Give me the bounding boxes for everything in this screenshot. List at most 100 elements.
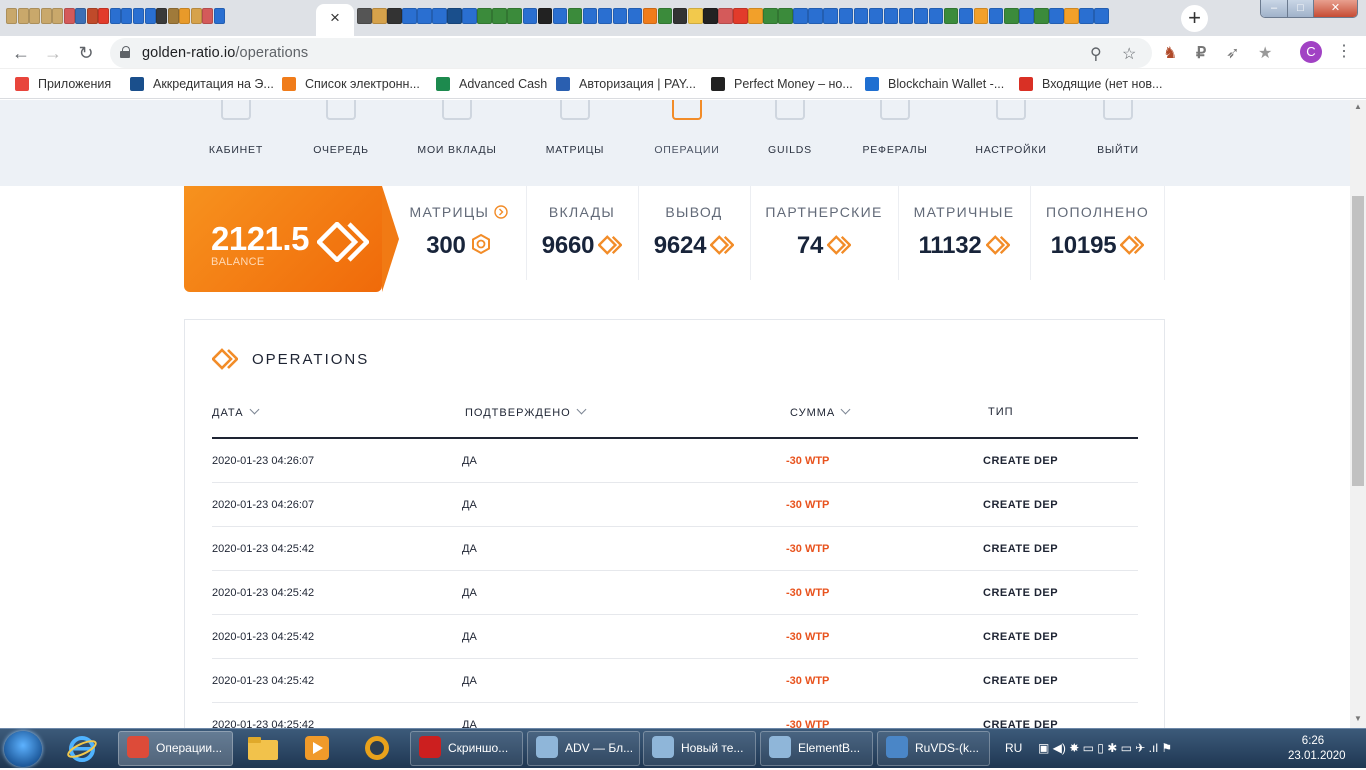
internet-explorer-icon[interactable]	[66, 733, 110, 765]
new-tab-button[interactable]: +	[1181, 5, 1208, 32]
ruble-extension-icon[interactable]: ₽	[1196, 43, 1206, 63]
system-clock[interactable]: 6:26 23.01.2020	[1288, 734, 1346, 764]
tab-favicon-icon[interactable]	[213, 8, 225, 24]
tab-favicon-icon[interactable]	[943, 8, 959, 24]
tab-favicon-icon[interactable]	[672, 8, 688, 24]
tab-favicon-icon[interactable]	[6, 8, 17, 24]
tab-favicon-icon[interactable]	[202, 8, 214, 24]
tab-favicon-icon[interactable]	[763, 8, 778, 24]
column-header-confirmed[interactable]: ПОДТВЕРЖДЕНО	[465, 404, 587, 419]
taskbar-window-button[interactable]: Новый те...	[643, 731, 756, 766]
taskbar-window-button[interactable]: ADV — Бл...	[527, 731, 640, 766]
tab-favicon-icon[interactable]	[1004, 8, 1019, 24]
profile-avatar[interactable]: C	[1300, 41, 1322, 63]
tab-favicon-icon[interactable]	[958, 8, 974, 24]
tab-favicon-icon[interactable]	[718, 8, 733, 24]
tab-favicon-icon[interactable]	[432, 8, 447, 24]
security-app-icon[interactable]	[360, 733, 404, 765]
tab-favicon-icon[interactable]	[1019, 8, 1034, 24]
tab-favicon-icon[interactable]	[883, 8, 899, 24]
tab-favicon-icon[interactable]	[179, 8, 191, 24]
bookmark-item[interactable]: Blockchain Wallet -...	[865, 77, 1004, 91]
nav-icon[interactable]	[880, 100, 910, 120]
forward-arrow-icon[interactable]: →	[42, 42, 64, 64]
tab-favicon-icon[interactable]	[748, 8, 763, 24]
scroll-down-icon[interactable]: ▼	[1354, 714, 1362, 723]
menu-dots-icon[interactable]: ⋮	[1336, 42, 1352, 62]
extension-star-icon[interactable]: ★	[1258, 43, 1272, 63]
start-button[interactable]	[4, 731, 42, 767]
minimize-button[interactable]: –	[1261, 0, 1287, 17]
tab-favicon-icon[interactable]	[793, 8, 808, 24]
nav-icon[interactable]	[560, 100, 590, 120]
tab-favicon-icon[interactable]	[417, 8, 432, 24]
tab-favicon-icon[interactable]	[462, 8, 477, 24]
nav-item-8[interactable]: ВЫЙТИ	[1058, 144, 1178, 156]
tab-favicon-icon[interactable]	[75, 8, 87, 24]
tab-favicon-icon[interactable]	[898, 8, 914, 24]
tab-favicon-icon[interactable]	[928, 8, 944, 24]
tab-favicon-icon[interactable]	[477, 8, 492, 24]
tab-favicon-icon[interactable]	[657, 8, 673, 24]
tab-favicon-icon[interactable]	[372, 8, 387, 24]
tab-favicon-icon[interactable]	[913, 8, 929, 24]
tab-favicon-icon[interactable]	[156, 8, 168, 24]
media-player-icon[interactable]	[300, 733, 344, 765]
tab-favicon-icon[interactable]	[582, 8, 598, 24]
zoom-icon[interactable]: ⚲	[1090, 44, 1102, 64]
tab-favicon-icon[interactable]	[642, 8, 658, 24]
tab-favicon-icon[interactable]	[447, 8, 462, 24]
tab-favicon-icon[interactable]	[167, 8, 179, 24]
column-header-sum[interactable]: СУММА	[790, 404, 851, 419]
tab-favicon-icon[interactable]	[988, 8, 1004, 24]
tab-favicon-icon[interactable]	[703, 8, 718, 24]
tab-favicon-icon[interactable]	[537, 8, 553, 24]
nav-icon[interactable]	[996, 100, 1026, 120]
scrollbar-thumb[interactable]	[1352, 196, 1364, 486]
tab-favicon-icon[interactable]	[17, 8, 29, 24]
tab-favicon-icon[interactable]	[1094, 8, 1109, 24]
page-scrollbar[interactable]: ▲ ▼	[1350, 100, 1366, 728]
tab-favicon-icon[interactable]	[121, 8, 133, 24]
bookmark-item[interactable]: Приложения	[15, 77, 111, 91]
tab-favicon-icon[interactable]	[838, 8, 853, 24]
nav-icon[interactable]	[326, 100, 356, 120]
nav-item-7[interactable]: НАСТРОЙКИ	[951, 144, 1071, 156]
tab-favicon-icon[interactable]	[86, 8, 98, 24]
tab-favicon-icon[interactable]	[853, 8, 869, 24]
nav-item-0[interactable]: КАБИНЕТ	[176, 144, 296, 156]
extension-arrow-icon[interactable]: ➶	[1226, 43, 1239, 63]
nav-icon[interactable]	[1103, 100, 1133, 120]
tab-favicon-icon[interactable]	[522, 8, 538, 24]
nav-item-1[interactable]: ОЧЕРЕДЬ	[281, 144, 401, 156]
taskbar-window-button[interactable]: Операции...	[118, 731, 233, 766]
tab-favicon-icon[interactable]	[597, 8, 613, 24]
close-window-button[interactable]: ✕	[1313, 0, 1357, 17]
tab-favicon-icon[interactable]	[823, 8, 838, 24]
nav-icon[interactable]	[442, 100, 472, 120]
tab-favicon-icon[interactable]	[29, 8, 41, 24]
tab-favicon-icon[interactable]	[387, 8, 402, 24]
tab-favicon-icon[interactable]	[808, 8, 823, 24]
taskbar-window-button[interactable]: RuVDS-(k...	[877, 731, 990, 766]
tab-favicon-icon[interactable]	[402, 8, 417, 24]
nav-icon[interactable]	[775, 100, 805, 120]
bookmark-item[interactable]: Advanced Cash	[436, 77, 547, 91]
nav-item-4[interactable]: ОПЕРАЦИИ	[627, 144, 747, 156]
tray-icons[interactable]: ▣ ◀) ✸ ▭ ▯ ✱ ▭ ✈ .ıl ⚑	[1038, 741, 1172, 755]
bookmark-item[interactable]: Список электронн...	[282, 77, 420, 91]
tab-favicon-icon[interactable]	[507, 8, 522, 24]
nav-item-3[interactable]: МАТРИЦЫ	[515, 144, 635, 156]
bookmark-item[interactable]: Perfect Money – но...	[711, 77, 853, 91]
bookmark-star-icon[interactable]: ☆	[1122, 44, 1136, 64]
tab-favicon-icon[interactable]	[63, 8, 75, 24]
scroll-up-icon[interactable]: ▲	[1354, 102, 1362, 111]
tab-favicon-icon[interactable]	[357, 8, 372, 24]
maximize-button[interactable]: □	[1287, 0, 1313, 17]
tab-favicon-icon[interactable]	[627, 8, 643, 24]
address-bar[interactable]: golden-ratio.io/operations ⚲ ☆	[110, 38, 1152, 68]
tab-favicon-icon[interactable]	[190, 8, 202, 24]
tab-favicon-icon[interactable]	[40, 8, 52, 24]
tab-favicon-icon[interactable]	[1034, 8, 1049, 24]
bookmark-item[interactable]: Авторизация | PAY...	[556, 77, 696, 91]
